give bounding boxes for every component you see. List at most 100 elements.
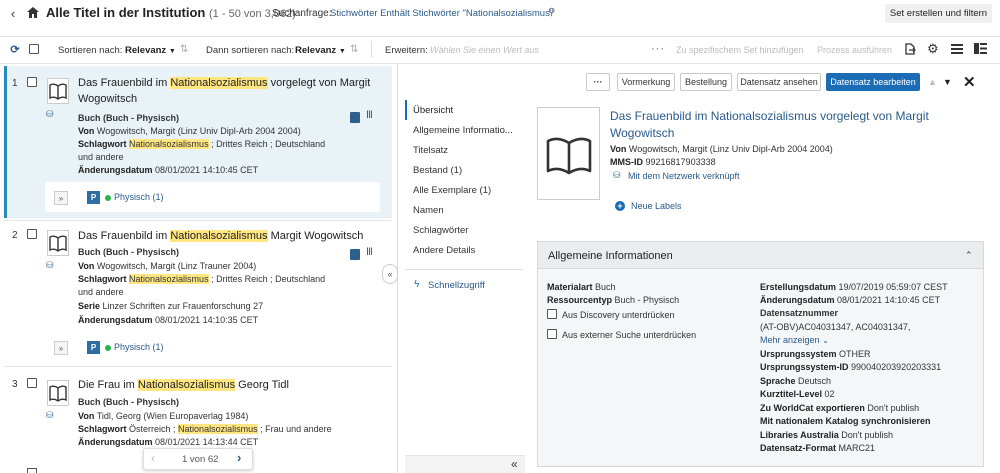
nav-bib-record[interactable]: Titelsatz (413, 145, 448, 156)
author-label: Von (610, 144, 627, 154)
pager-next-icon[interactable]: › (237, 450, 241, 465)
result-title[interactable]: Das Frauenbild im Nationalsozialismus Ma… (78, 230, 363, 242)
result-keywords: Schlagwort Nationalsozialismus ; Drittes… (78, 274, 325, 284)
expand-double-chevron-icon[interactable]: » (54, 341, 68, 355)
query-text[interactable]: Stichwörter Enthält Stichwörter "Nationa… (330, 8, 553, 19)
info-label: Mit nationalem Katalog synchronisieren (760, 416, 931, 426)
nav-subjects[interactable]: Schlagwörter (413, 225, 468, 236)
suppress-discovery-checkbox[interactable] (547, 309, 557, 319)
collapse-chevron-icon[interactable]: ⌃ (965, 250, 973, 261)
export-icon[interactable] (905, 43, 916, 55)
new-labels-button[interactable]: Neue Labels (631, 201, 682, 211)
expand-double-chevron-icon[interactable]: » (54, 191, 68, 205)
home-icon[interactable] (27, 7, 39, 18)
info-label: Libraries Australia (760, 430, 839, 440)
result-checkbox[interactable] (27, 77, 37, 87)
info-row: Zu WorldCat exportieren Don't publish (760, 403, 919, 413)
info-label: Sprache (760, 376, 796, 386)
mms-label: MMS-ID (610, 157, 643, 167)
split-view-icon[interactable] (974, 43, 987, 54)
then-sort-label: Dann sortieren nach: (206, 45, 295, 56)
resource-type: Ressourcentyp Buch - Physisch (547, 295, 679, 305)
holdings-icon: Ⅲ (366, 110, 373, 121)
result-checkbox[interactable] (27, 378, 37, 388)
info-label: Datensatz-Format (760, 443, 837, 453)
title-part: Das Frauenbild im (78, 77, 171, 89)
info-value: Don't publish (867, 403, 920, 413)
availability-link[interactable]: Physisch (1) (114, 192, 164, 202)
add-to-set-button[interactable]: Zu spezifischem Set hinzufügen (676, 45, 804, 55)
quick-access-link[interactable]: Schnellzugriff (428, 280, 485, 291)
nav-general-info[interactable]: Allgemeine Informatio... (413, 125, 513, 136)
title-part: Georg Tidl (235, 379, 289, 391)
availability-link[interactable]: Physisch (1) (114, 342, 164, 352)
expand-select[interactable]: Wählen Sie einen Wert aus (430, 45, 539, 55)
pager-text: 1 von 62 (182, 454, 219, 465)
keyword-label: Schlagwort (78, 139, 127, 149)
run-process-button[interactable]: Prozess ausführen (817, 45, 892, 55)
sort-select[interactable]: Relevanz ▼ (125, 45, 176, 56)
lightning-icon: ϟ (414, 279, 420, 290)
info-label: Änderungsdatum (760, 295, 835, 305)
collapse-side-nav-icon[interactable]: « (511, 457, 518, 471)
next-record-icon[interactable]: ▼ (943, 77, 952, 87)
result-title[interactable]: Die Frau im Nationalsozialismus Georg Ti… (78, 379, 289, 391)
info-row: Kurztitel-Level 02 (760, 389, 835, 399)
physical-badge: P (87, 341, 100, 354)
info-row: Libraries Australia Don't publish (760, 430, 893, 440)
more-options-button[interactable]: ··· (586, 73, 610, 91)
nav-names[interactable]: Namen (413, 205, 444, 216)
nav-other-details[interactable]: Andere Details (413, 245, 475, 256)
edit-record-button[interactable]: Datensatz bearbeiten (826, 73, 920, 91)
previous-record-icon[interactable]: ▲ (928, 77, 937, 87)
date-value: 08/01/2021 14:10:45 CET (155, 165, 259, 175)
then-sort-order-icon[interactable]: ⇅ (350, 44, 358, 55)
sort-order-icon[interactable]: ⇅ (180, 44, 188, 55)
side-nav-active-marker (405, 100, 407, 120)
order-button[interactable]: Bestellung (680, 73, 732, 91)
collapse-list-icon[interactable]: « (382, 264, 398, 284)
date-label: Änderungsdatum (78, 437, 153, 447)
close-icon[interactable]: ✕ (963, 73, 976, 91)
result-title-line2[interactable]: Wogowitsch (78, 93, 137, 105)
info-value: Buch (595, 282, 616, 292)
created-date: Erstellungsdatum 19/07/2019 05:59:07 CES… (760, 282, 948, 292)
gear-icon[interactable]: ⚙ (927, 41, 939, 57)
query-label: Suchanfrage: (272, 8, 332, 19)
result-keywords-more: und andere (78, 152, 124, 162)
nav-overview[interactable]: Übersicht (413, 105, 453, 116)
select-all-checkbox[interactable] (29, 44, 39, 54)
more-actions-icon[interactable]: ··· (651, 43, 665, 55)
show-more-link[interactable]: Mehr anzeigen ⌄ (760, 335, 829, 345)
network-link[interactable]: Mit dem Netzwerk verknüpft (628, 171, 740, 181)
result-date: Änderungsdatum 08/01/2021 14:10:45 CET (78, 165, 258, 175)
info-row: Ursprungssystem OTHER (760, 349, 871, 359)
pin-icon[interactable]: ⚲ (548, 7, 555, 18)
view-record-button[interactable]: Datensatz ansehen (737, 73, 821, 91)
author-label: Von (78, 126, 95, 136)
info-label: Kurztitel-Level (760, 389, 823, 399)
back-arrow-icon[interactable]: ‹ (6, 6, 20, 21)
result-title[interactable]: Das Frauenbild im Nationalsozialismus vo… (78, 77, 370, 89)
result-keywords-more: und andere (78, 287, 124, 297)
keyword-label: Schlagwort (78, 274, 127, 284)
result-author: Von Wogowitsch, Margit (Linz Trauner 200… (78, 261, 256, 271)
network-icon: ⛁ (46, 260, 54, 270)
list-view-icon[interactable] (951, 44, 963, 54)
results-list: 1 ⛁ Das Frauenbild im Nationalsozialismu… (0, 64, 397, 473)
pager-prev-icon[interactable]: ‹ (151, 451, 155, 465)
date-label: Änderungsdatum (78, 315, 153, 325)
plus-circle-icon[interactable]: + (615, 201, 625, 211)
refresh-icon[interactable]: ⟳ (8, 42, 22, 56)
result-checkbox[interactable] (27, 229, 37, 239)
suppress-external-checkbox[interactable] (547, 329, 557, 339)
reserve-button[interactable]: Vormerkung (617, 73, 675, 91)
title-text: Alle Titel in der Institution (46, 5, 206, 20)
nav-holdings[interactable]: Bestand (1) (413, 165, 462, 176)
then-sort-select[interactable]: Relevanz ▼ (295, 45, 346, 56)
set-create-filter-button[interactable]: Set erstellen und filtern (885, 4, 992, 23)
info-value: OTHER (839, 349, 871, 359)
author-value: Tidl, Georg (Wien Europaverlag 1984) (96, 411, 249, 421)
nav-all-items[interactable]: Alle Exemplare (1) (413, 185, 491, 196)
document-status-icon (350, 249, 360, 260)
